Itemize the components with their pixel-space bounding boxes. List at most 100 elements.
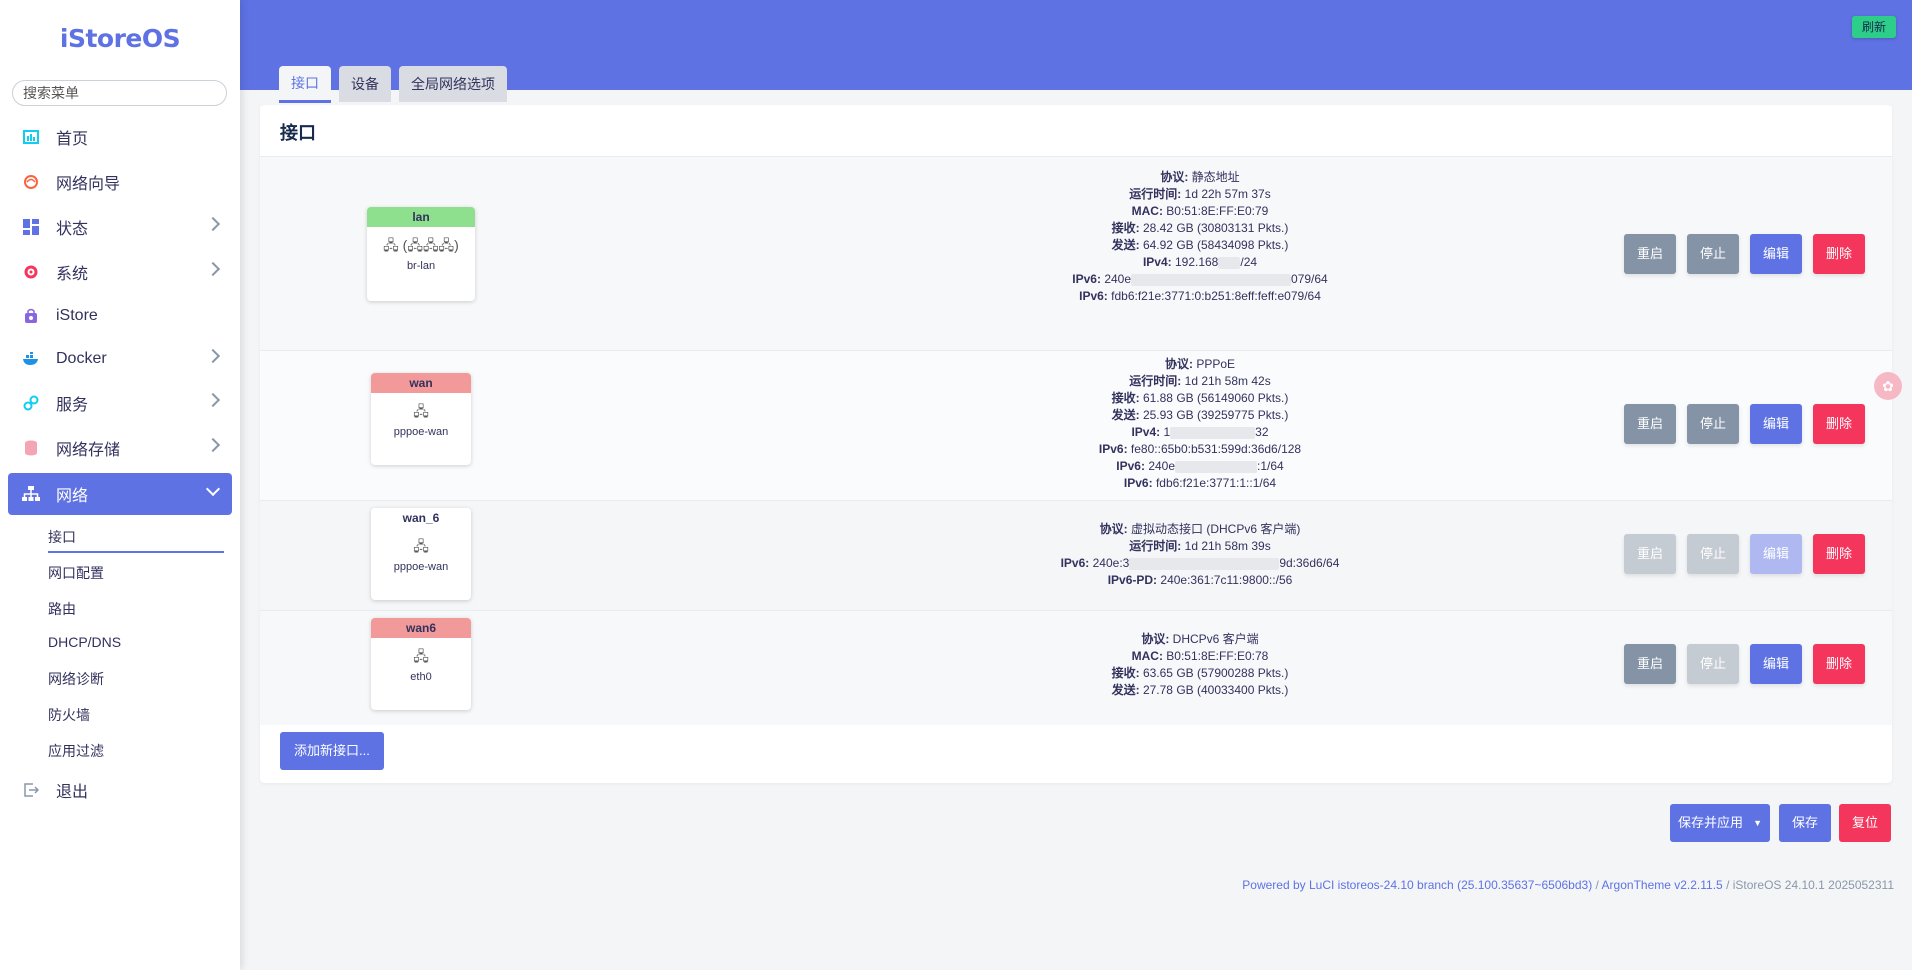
delete-button[interactable]: 删除	[1813, 234, 1865, 274]
interface-device: eth0	[410, 671, 432, 683]
version-text: iStoreOS 24.10.1 2025052311	[1732, 878, 1894, 892]
interface-info: 协议: DHCPv6 客户端 MAC: B0:51:8E:FF:E0:78 接收…	[1111, 632, 1289, 697]
sidebar-item-label: 网络	[56, 488, 89, 505]
interface-name: wan	[371, 373, 471, 393]
subitem-dhcp-dns[interactable]: DHCP/DNS	[48, 634, 121, 650]
grid-icon	[20, 216, 42, 238]
interface-badge-wan-6[interactable]: wan_6 🖧 pppoe-wan	[371, 508, 471, 600]
subitem-app-filter[interactable]: 应用过滤	[48, 741, 104, 761]
sidebar-item-docker[interactable]: Docker	[8, 339, 232, 379]
sidebar-item-logout[interactable]: 退出	[8, 770, 232, 810]
sidebar-item-label: 状态	[56, 221, 89, 238]
stop-button[interactable]: 停止	[1687, 644, 1739, 684]
table-row: lan 🖧 (🖧🖧🖧) br-lan 协议: 静态地址 运行时间: 1d 22h…	[260, 156, 1892, 351]
network-port-icon: 🖧	[413, 403, 429, 419]
sidebar-item-network-wizard[interactable]: 网络向导	[8, 162, 232, 202]
network-port-icon: 🖧 (🖧🖧🖧)	[383, 237, 459, 253]
edit-button[interactable]: 编辑	[1750, 234, 1802, 274]
subitem-firewall[interactable]: 防火墙	[48, 705, 90, 725]
refresh-button[interactable]: 刷新	[1851, 16, 1896, 38]
save-apply-label: 保存并应用	[1678, 815, 1744, 830]
reset-button[interactable]: 复位	[1839, 804, 1891, 842]
interface-name: lan	[367, 207, 475, 227]
globe-icon	[20, 171, 42, 193]
interface-info: 协议: 虚拟动态接口 (DHCPv6 客户端) 运行时间: 1d 21h 58m…	[1060, 522, 1340, 587]
add-interface-button[interactable]: 添加新接口...	[280, 732, 384, 770]
sidebar-item-istore[interactable]: iStore	[8, 296, 232, 336]
edit-button[interactable]: 编辑	[1750, 404, 1802, 444]
restart-button[interactable]: 重启	[1624, 534, 1676, 574]
subitem-interfaces[interactable]: 接口	[48, 527, 76, 547]
interface-device: pppoe-wan	[393, 426, 449, 438]
interface-device: br-lan	[406, 260, 436, 272]
tab-global-options[interactable]: 全局网络选项	[399, 66, 507, 102]
sidebar-item-services[interactable]: 服务	[8, 383, 232, 423]
logout-icon	[20, 779, 42, 801]
interface-info: 协议: PPPoE 运行时间: 1d 21h 58m 42s 接收: 61.88…	[1098, 357, 1302, 490]
sidebar-item-label: iStore	[56, 307, 98, 324]
interface-badge-wan6[interactable]: wan6 🖧 eth0	[371, 618, 471, 710]
database-icon	[20, 437, 42, 459]
edit-button[interactable]: 编辑	[1750, 644, 1802, 684]
tab-interfaces[interactable]: 接口	[279, 66, 331, 103]
sitemap-icon	[20, 483, 42, 505]
interface-badge-wan[interactable]: wan 🖧 pppoe-wan	[371, 373, 471, 465]
interface-name: wan_6	[371, 508, 471, 528]
sidebar-item-network[interactable]: 网络	[8, 473, 232, 515]
footer-separator: /	[1722, 878, 1733, 892]
edit-button[interactable]: 编辑	[1750, 534, 1802, 574]
subitem-port-config[interactable]: 网口配置	[48, 563, 104, 583]
gear-icon	[20, 261, 42, 283]
restart-button[interactable]: 重启	[1624, 234, 1676, 274]
dashboard-icon	[20, 126, 42, 148]
delete-button[interactable]: 删除	[1813, 404, 1865, 444]
stop-button[interactable]: 停止	[1687, 534, 1739, 574]
table-row: wan_6 🖧 pppoe-wan 协议: 虚拟动态接口 (DHCPv6 客户端…	[260, 500, 1892, 611]
interface-info: 协议: 静态地址 运行时间: 1d 22h 57m 37s MAC: B0:51…	[1072, 170, 1328, 303]
sidebar-item-home[interactable]: 首页	[8, 117, 232, 157]
sidebar: iStoreOS 首页 网络向导 状态 系统 iStore Docker 服务 …	[0, 0, 240, 970]
subitem-routes[interactable]: 路由	[48, 599, 76, 619]
sidebar-item-status[interactable]: 状态	[8, 207, 232, 247]
network-port-icon: 🖧	[413, 538, 429, 554]
card-title: 接口	[280, 123, 316, 143]
interfaces-card: 接口 lan 🖧 (🖧🖧🖧) br-lan 协议: 静态地址 运行时间: 1d …	[260, 105, 1892, 783]
theme-link[interactable]: ArgonTheme v2.2.11.5	[1602, 878, 1723, 892]
tab-devices[interactable]: 设备	[339, 66, 391, 102]
interface-name: wan6	[371, 618, 471, 638]
caret-down-icon: ▼	[1753, 818, 1762, 828]
save-apply-button[interactable]: 保存并应用 ▼	[1670, 804, 1770, 842]
interface-badge-lan[interactable]: lan 🖧 (🖧🖧🖧) br-lan	[367, 207, 475, 301]
chevron-right-icon	[205, 216, 221, 232]
stop-button[interactable]: 停止	[1687, 234, 1739, 274]
chevron-right-icon	[205, 437, 221, 453]
sidebar-item-label: 网络存储	[56, 442, 121, 459]
delete-button[interactable]: 删除	[1813, 534, 1865, 574]
chevron-down-icon	[205, 481, 221, 497]
save-button[interactable]: 保存	[1779, 804, 1831, 842]
sidebar-item-system[interactable]: 系统	[8, 252, 232, 292]
restart-button[interactable]: 重启	[1624, 404, 1676, 444]
active-subitem-underline	[48, 551, 224, 553]
delete-button[interactable]: 删除	[1813, 644, 1865, 684]
footer: Powered by LuCI istoreos-24.10 branch (2…	[1242, 878, 1894, 892]
sidebar-item-label: 服务	[56, 397, 89, 414]
luci-link[interactable]: Powered by LuCI istoreos-24.10 branch (2…	[1242, 878, 1592, 892]
search-menu-input[interactable]	[12, 80, 227, 106]
stop-button[interactable]: 停止	[1687, 404, 1739, 444]
sidebar-item-label: 首页	[56, 131, 89, 148]
sidebar-item-label: 网络向导	[56, 176, 121, 193]
chevron-right-icon	[205, 261, 221, 277]
chevron-right-icon	[205, 392, 221, 408]
floating-assistant-icon[interactable]: ✿	[1874, 372, 1902, 400]
subitem-diagnostics[interactable]: 网络诊断	[48, 669, 104, 689]
interface-device: pppoe-wan	[393, 561, 449, 573]
logo[interactable]: iStoreOS	[0, 24, 240, 53]
gears-icon	[20, 392, 42, 414]
restart-button[interactable]: 重启	[1624, 644, 1676, 684]
docker-icon	[20, 348, 42, 370]
sidebar-item-storage[interactable]: 网络存储	[8, 428, 232, 468]
table-row: wan6 🖧 eth0 协议: DHCPv6 客户端 MAC: B0:51:8E…	[260, 610, 1892, 725]
sidebar-item-label: Docker	[56, 350, 107, 367]
chevron-right-icon	[205, 348, 221, 364]
